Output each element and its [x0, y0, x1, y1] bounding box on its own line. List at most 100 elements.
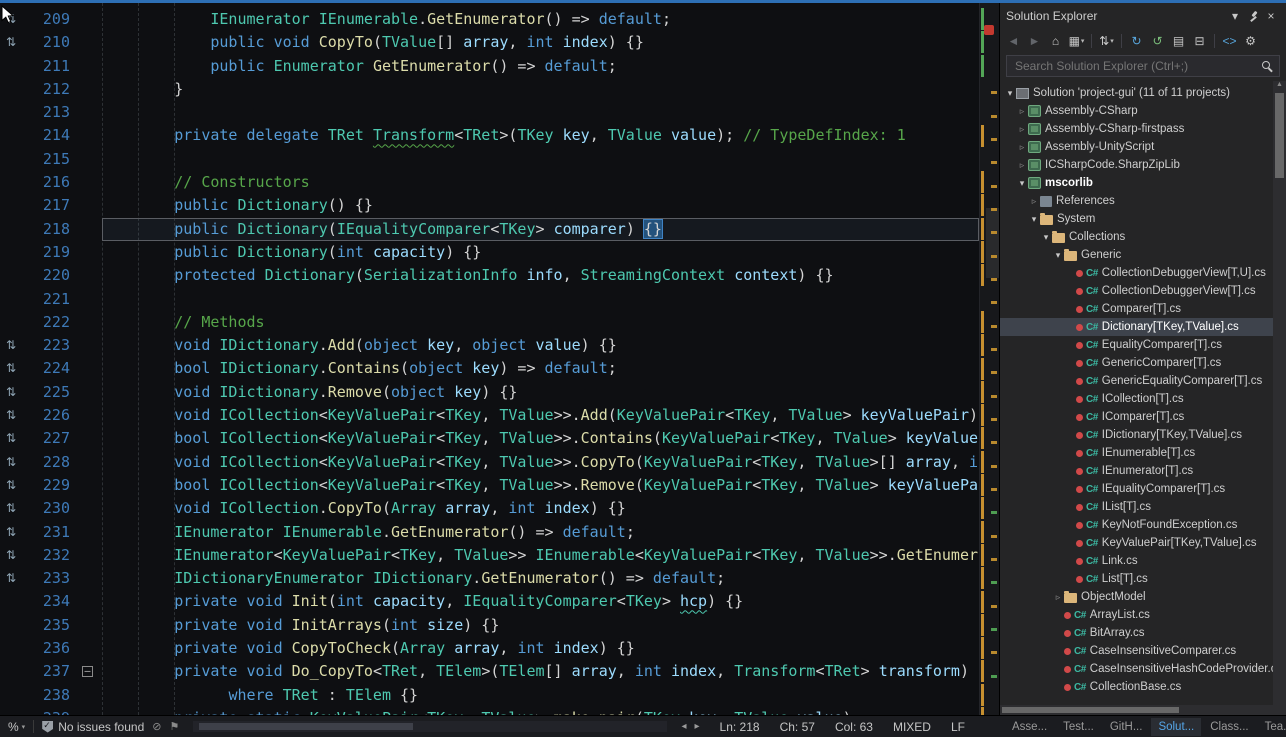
line-indicator[interactable]: Ln: 218 [720, 720, 760, 734]
line-number[interactable]: 223 [22, 334, 76, 357]
tree-item[interactable]: C#CaseInsensitiveHashCodeProvider.cs [1000, 660, 1286, 678]
line-number[interactable]: 216 [22, 171, 76, 194]
line-number[interactable]: 224 [22, 357, 76, 380]
code-line-body[interactable]: private void Init(int capacity, IEqualit… [102, 590, 979, 613]
tree-item[interactable]: ▾System [1000, 210, 1286, 228]
line-number[interactable]: 227 [22, 427, 76, 450]
show-all-files-button[interactable]: ▤ [1169, 31, 1188, 51]
chevron-expanded-icon[interactable]: ▾ [1052, 250, 1064, 261]
tree-item[interactable]: C#IList[T].cs [1000, 498, 1286, 516]
code-line-body[interactable]: private delegate TRet Transform<TRet>(TK… [102, 124, 979, 147]
tree-item[interactable]: C#EqualityComparer[T].cs [1000, 336, 1286, 354]
line-number[interactable]: 229 [22, 474, 76, 497]
switch-views-button[interactable]: ▦▾ [1067, 31, 1086, 51]
panel-header[interactable]: Solution Explorer ▾× [1000, 3, 1286, 29]
eol-indicator[interactable]: LF [951, 720, 965, 734]
code-line[interactable]: 211 public Enumerator GetEnumerator() =>… [0, 55, 979, 78]
tree-item[interactable]: C#IEnumerator[T].cs [1000, 462, 1286, 480]
line-number[interactable]: 210 [22, 31, 76, 54]
implements-arrows-icon[interactable]: ⇅ [0, 334, 22, 357]
tree-item[interactable]: C#GenericEqualityComparer[T].cs [1000, 372, 1286, 390]
code-line-body[interactable]: void IDictionary.Add(object key, object … [102, 334, 979, 357]
tree-horizontal-scrollbar-thumb[interactable] [1002, 707, 1179, 713]
implements-arrows-icon[interactable]: ⇅ [0, 451, 22, 474]
code-line[interactable]: 235 private void InitArrays(int size) {} [0, 614, 979, 637]
tree-item[interactable]: ▹ICSharpCode.SharpZipLib [1000, 156, 1286, 174]
code-line[interactable]: ⇅226 void ICollection<KeyValuePair<TKey,… [0, 404, 979, 427]
code-line-body[interactable]: // Methods [102, 311, 979, 334]
editor-horizontal-scrollbar-thumb[interactable] [199, 723, 412, 730]
pin-icon[interactable] [1244, 7, 1262, 25]
code-line-body[interactable]: public Dictionary(int capacity) {} [102, 241, 979, 264]
code-line[interactable]: 236 private void CopyToCheck(Array array… [0, 637, 979, 660]
chevron-collapsed-icon[interactable]: ▹ [1028, 196, 1040, 207]
code-line[interactable]: 239 private static KeyValuePair<TKey, TV… [0, 707, 979, 715]
code-line[interactable]: 222 // Methods [0, 311, 979, 334]
line-number[interactable]: 214 [22, 124, 76, 147]
code-line[interactable]: 237– private void Do_CopyTo<TRet, TElem>… [0, 660, 979, 683]
line-number[interactable]: 237 [22, 660, 76, 683]
panel-tab-gith[interactable]: GitH... [1103, 718, 1150, 736]
code-line[interactable]: 212 } [0, 78, 979, 101]
code-line[interactable]: ⇅210 public void CopyTo(TValue[] array, … [0, 31, 979, 54]
mute-icon[interactable]: ⊘ [152, 720, 161, 733]
code-line-body[interactable] [102, 148, 979, 171]
panel-tab-class[interactable]: Class... [1203, 718, 1255, 736]
tree-item[interactable]: C#KeyNotFoundException.cs [1000, 516, 1286, 534]
line-number[interactable]: 212 [22, 78, 76, 101]
code-line[interactable]: 221 [0, 288, 979, 311]
tree-item[interactable]: ▾Solution 'project-gui' (11 of 11 projec… [1000, 84, 1286, 102]
code-line[interactable]: ⇅231 IEnumerator IEnumerable.GetEnumerat… [0, 521, 979, 544]
code-area[interactable]: ⇅209 IEnumerator IEnumerable.GetEnumerat… [0, 3, 979, 715]
scroll-strip[interactable] [979, 3, 999, 715]
search-box[interactable] [1006, 55, 1280, 77]
code-line[interactable]: 217 public Dictionary() {} [0, 194, 979, 217]
tree-item[interactable]: ▾mscorlib [1000, 174, 1286, 192]
tree-item[interactable]: C#IDictionary[TKey,TValue].cs [1000, 426, 1286, 444]
code-line[interactable]: ⇅223 void IDictionary.Add(object key, ob… [0, 334, 979, 357]
search-icon[interactable] [1262, 61, 1273, 72]
back-button[interactable]: ◄ [1004, 31, 1023, 51]
window-dropdown-icon[interactable]: ▾ [1226, 7, 1244, 25]
implements-arrows-icon[interactable]: ⇅ [0, 404, 22, 427]
line-number[interactable]: 215 [22, 148, 76, 171]
chevron-expanded-icon[interactable]: ▾ [1040, 232, 1052, 243]
tree-vertical-scrollbar-thumb[interactable] [1275, 93, 1284, 178]
line-number[interactable]: 226 [22, 404, 76, 427]
tree-item[interactable]: ▾Collections [1000, 228, 1286, 246]
tree-item[interactable]: C#Link.cs [1000, 552, 1286, 570]
code-line-body[interactable]: void ICollection<KeyValuePair<TKey, TVal… [102, 404, 979, 427]
implements-arrows-icon[interactable]: ⇅ [0, 544, 22, 567]
code-line[interactable]: 238 where TRet : TElem {} [0, 684, 979, 707]
chevron-collapsed-icon[interactable]: ▹ [1016, 124, 1028, 135]
tree-item[interactable]: C#KeyValuePair[TKey,TValue].cs [1000, 534, 1286, 552]
code-line[interactable]: ⇅209 IEnumerator IEnumerable.GetEnumerat… [0, 8, 979, 31]
code-line-body[interactable]: void ICollection<KeyValuePair<TKey, TVal… [102, 451, 979, 474]
line-number[interactable]: 222 [22, 311, 76, 334]
line-number[interactable]: 236 [22, 637, 76, 660]
line-number[interactable]: 239 [22, 707, 76, 715]
code-line[interactable]: 213 [0, 101, 979, 124]
line-number[interactable]: 211 [22, 55, 76, 78]
line-number[interactable]: 238 [22, 684, 76, 707]
code-line[interactable]: 216 // Constructors [0, 171, 979, 194]
tree-horizontal-scrollbar[interactable] [1000, 705, 1286, 715]
line-number[interactable]: 234 [22, 590, 76, 613]
forward-button[interactable]: ► [1025, 31, 1044, 51]
zoom-control[interactable]: % ▾ [8, 720, 25, 734]
line-number[interactable]: 230 [22, 497, 76, 520]
code-line-body[interactable]: public Dictionary() {} [102, 194, 979, 217]
line-number[interactable]: 225 [22, 381, 76, 404]
code-line[interactable]: 220 protected Dictionary(SerializationIn… [0, 264, 979, 287]
code-line-body[interactable]: public void CopyTo(TValue[] array, int i… [102, 31, 979, 54]
tree-item[interactable]: C#Comparer[T].cs [1000, 300, 1286, 318]
panel-tab-asse[interactable]: Asse... [1005, 718, 1054, 736]
code-line[interactable]: ⇅233 IDictionaryEnumerator IDictionary.G… [0, 567, 979, 590]
line-number[interactable]: 235 [22, 614, 76, 637]
line-number[interactable]: 233 [22, 567, 76, 590]
implements-arrows-icon[interactable]: ⇅ [0, 567, 22, 590]
code-line[interactable]: ⇅225 void IDictionary.Remove(object key)… [0, 381, 979, 404]
column-indicator[interactable]: Col: 63 [835, 720, 873, 734]
line-number[interactable]: 220 [22, 264, 76, 287]
code-line-body[interactable]: void IDictionary.Remove(object key) {} [102, 381, 979, 404]
